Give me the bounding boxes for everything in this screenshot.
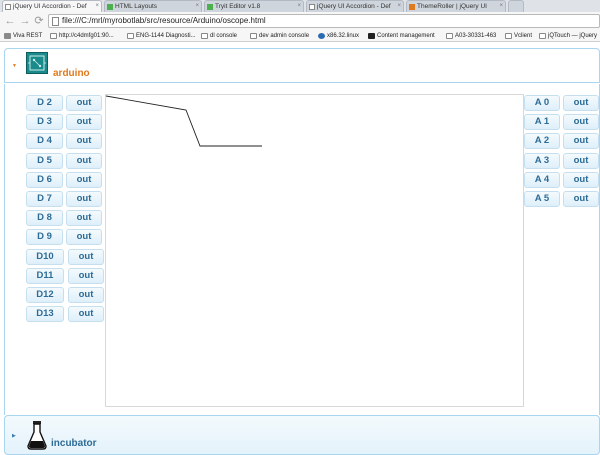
- analog-pin-button[interactable]: A 4: [524, 171, 560, 188]
- tab-label: ThemeRoller | jQuery UI: [417, 3, 487, 10]
- digital-pin-mode-button[interactable]: out: [66, 114, 102, 131]
- tab-label: Tryit Editor v1.8: [215, 3, 261, 10]
- triangle-down-icon: ▼: [12, 63, 17, 69]
- new-tab-button[interactable]: [508, 0, 524, 12]
- page-icon: [446, 33, 453, 39]
- page-icon: [250, 33, 257, 39]
- triangle-right-icon: ▶: [12, 433, 16, 439]
- analog-pin-mode-button[interactable]: out: [563, 191, 599, 207]
- page-icon: [309, 4, 315, 10]
- close-icon[interactable]: ×: [195, 1, 199, 12]
- arduino-board-icon: [26, 52, 48, 74]
- page-icon: [201, 33, 208, 39]
- tab-label: HTML Layouts: [115, 3, 158, 10]
- digital-pin-mode-button[interactable]: out: [66, 191, 102, 207]
- analog-pin-mode-button[interactable]: out: [563, 133, 599, 150]
- accordion-header-arduino[interactable]: ▼ arduino: [4, 48, 600, 83]
- w3-icon: [207, 4, 213, 10]
- analog-pin-button[interactable]: A 5: [524, 191, 560, 207]
- digital-pin-mode-button[interactable]: out: [68, 287, 104, 303]
- bookmark-item[interactable]: http://c4dmfg01:90...: [50, 31, 114, 41]
- forward-arrow-icon[interactable]: →: [19, 14, 31, 28]
- digital-pin-button[interactable]: D12: [26, 287, 64, 303]
- digital-pin-mode-button[interactable]: out: [66, 210, 102, 227]
- bookmark-item[interactable]: A03-30331-463: [446, 31, 496, 41]
- browser-tab-1[interactable]: HTML Layouts ×: [104, 0, 202, 12]
- close-icon[interactable]: ×: [297, 1, 301, 12]
- digital-pin-button[interactable]: D 9: [26, 229, 63, 246]
- page-icon: [127, 33, 134, 39]
- accordion-title-incubator: incubator: [51, 438, 97, 449]
- globe-icon: [318, 33, 325, 39]
- analog-pin-mode-button[interactable]: out: [563, 152, 599, 169]
- address-bar[interactable]: file:///C:/mrl/myrobotlab/src/resource/A…: [48, 14, 600, 28]
- browser-tab-4[interactable]: ThemeRoller | jQuery UI ×: [406, 0, 506, 12]
- oscilloscope-trace-svg: [106, 95, 262, 147]
- reload-icon[interactable]: ⟳: [33, 14, 45, 28]
- digital-pin-button[interactable]: D 7: [26, 191, 63, 207]
- digital-pin-button[interactable]: D10: [26, 248, 64, 265]
- tab-label: jQuery UI Accordion - Def: [317, 3, 391, 10]
- bookmark-item[interactable]: dl console: [201, 31, 237, 41]
- analog-pin-button[interactable]: A 1: [524, 114, 560, 131]
- close-icon[interactable]: ×: [499, 1, 503, 12]
- browser-tab-0[interactable]: jQuery UI Accordion - Def ×: [2, 0, 102, 12]
- page-icon: [5, 4, 11, 10]
- analog-pin-mode-button[interactable]: out: [563, 171, 599, 188]
- bookmark-item[interactable]: Vclient: [505, 31, 532, 41]
- page-icon: [50, 33, 57, 39]
- themeroller-icon: [409, 4, 415, 10]
- folder-icon: [4, 33, 11, 39]
- digital-pin-button[interactable]: D 6: [26, 171, 63, 188]
- close-icon[interactable]: ×: [95, 1, 99, 12]
- digital-pin-mode-button[interactable]: out: [66, 229, 102, 246]
- address-url: file:///C:/mrl/myrobotlab/src/resource/A…: [62, 16, 266, 25]
- digital-pin-mode-button[interactable]: out: [68, 306, 104, 323]
- w3-icon: [107, 4, 113, 10]
- analog-pin-button[interactable]: A 3: [524, 152, 560, 169]
- bookmark-item[interactable]: dev admin console: [250, 31, 309, 41]
- digital-pin-button[interactable]: D13: [26, 306, 64, 323]
- browser-toolbar: ← → ⟳ file:///C:/mrl/myrobotlab/src/reso…: [0, 12, 600, 30]
- back-arrow-icon[interactable]: ←: [4, 14, 16, 28]
- digital-pin-mode-button[interactable]: out: [68, 267, 104, 284]
- flask-icon: [25, 420, 49, 450]
- tab-label: jQuery UI Accordion - Def: [13, 3, 87, 10]
- digital-pin-button[interactable]: D 2: [26, 95, 63, 111]
- digital-pin-button[interactable]: D 5: [26, 152, 63, 169]
- digital-pin-mode-button[interactable]: out: [66, 133, 102, 150]
- digital-pin-button[interactable]: D 3: [26, 114, 63, 131]
- bookmark-item[interactable]: Viva REST: [4, 31, 42, 41]
- bookmark-item[interactable]: jQTouch — jQuery: [539, 31, 597, 41]
- digital-pin-button[interactable]: D 8: [26, 210, 63, 227]
- page-icon: [539, 33, 546, 39]
- accordion-header-incubator[interactable]: ▶ incubator: [4, 415, 600, 455]
- bookmark-item[interactable]: Content management: [368, 31, 435, 41]
- page-icon: [505, 33, 512, 39]
- page-icon: [52, 17, 59, 26]
- digital-pin-mode-button[interactable]: out: [66, 152, 102, 169]
- close-icon[interactable]: ×: [397, 1, 401, 12]
- oscilloscope-canvas: [105, 94, 524, 407]
- digital-pin-button[interactable]: D11: [26, 267, 64, 284]
- analog-pin-mode-button[interactable]: out: [563, 95, 599, 111]
- analog-pin-button[interactable]: A 0: [524, 95, 560, 111]
- browser-tab-bar: jQuery UI Accordion - Def × HTML Layouts…: [0, 0, 600, 12]
- cms-icon: [368, 33, 375, 39]
- bookmark-item[interactable]: ENG-1144 Diagnosti...: [127, 31, 196, 41]
- oscilloscope-trace: [106, 95, 262, 147]
- digital-pin-mode-button[interactable]: out: [66, 171, 102, 188]
- analog-pin-button[interactable]: A 2: [524, 133, 560, 150]
- digital-pin-mode-button[interactable]: out: [68, 248, 104, 265]
- digital-pin-mode-button[interactable]: out: [66, 95, 102, 111]
- bookmarks-bar: Viva REST http://c4dmfg01:90... ENG-1144…: [0, 30, 600, 42]
- browser-tab-2[interactable]: Tryit Editor v1.8 ×: [204, 0, 304, 12]
- bookmark-item[interactable]: x86.32.linux: [318, 31, 359, 41]
- digital-pin-button[interactable]: D 4: [26, 133, 63, 150]
- browser-tab-3[interactable]: jQuery UI Accordion - Def ×: [306, 0, 404, 12]
- analog-pin-mode-button[interactable]: out: [563, 114, 599, 131]
- accordion-title-arduino: arduino: [53, 68, 90, 79]
